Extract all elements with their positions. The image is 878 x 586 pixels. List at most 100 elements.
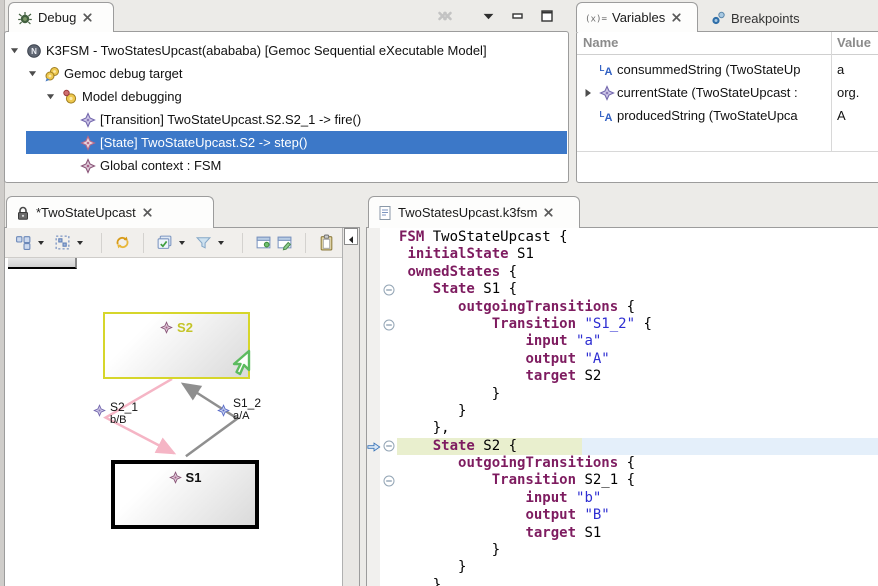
variables-rows: LAconsummedString (TwoStateUpacurrentSta… [577, 58, 878, 127]
code-line: initialState S1 [397, 246, 878, 263]
variable-row[interactable]: LAproducedString (TwoStateUpcaA [577, 104, 878, 127]
close-icon[interactable] [141, 206, 154, 219]
toolbar-separator [242, 233, 243, 253]
tab-debug-label: Debug [38, 10, 76, 25]
transition-S1_2-icon[interactable] [217, 404, 230, 417]
tree-item[interactable]: [Transition] TwoStateUpcast.S2.S2_1 -> f… [6, 108, 567, 131]
tree-item[interactable]: Model debugging [6, 85, 567, 108]
code-line: } [397, 386, 878, 403]
refresh-icon[interactable] [114, 234, 131, 251]
close-icon[interactable] [542, 206, 555, 219]
dropdown-arrow-icon[interactable] [77, 241, 83, 245]
diagram-canvas[interactable]: S2 S1 S2_1 b/B S1_2 [6, 258, 342, 586]
filter-icon[interactable] [195, 234, 212, 251]
expander-icon[interactable] [10, 46, 26, 56]
tab-breakpoints-label: Breakpoints [731, 11, 800, 26]
tree-item[interactable]: NK3FSM - TwoStatesUpcast(abababa) [Gemoc… [6, 39, 567, 62]
expander-icon[interactable] [28, 69, 44, 79]
tab-debug[interactable]: Debug [8, 2, 114, 32]
fold-minus-icon[interactable] [383, 475, 395, 487]
purple-diamond-icon [599, 85, 615, 101]
edge-S1_2 [183, 384, 238, 456]
tree-item[interactable]: Gemoc debug target [6, 62, 567, 85]
fold-minus-icon[interactable] [383, 440, 395, 452]
transition-edges[interactable] [6, 258, 342, 586]
variable-row[interactable]: currentState (TwoStateUpcast : org. [577, 81, 878, 104]
fold-minus-icon[interactable] [383, 319, 395, 331]
state-S1[interactable]: S1 [111, 460, 259, 529]
tree-item-label: Model debugging [82, 89, 182, 104]
current-instruction-icon [367, 441, 381, 453]
current-line-highlight [582, 438, 878, 455]
variable-name: currentState (TwoStateUpcast : [617, 85, 829, 100]
layout-icon[interactable] [15, 234, 32, 251]
tab-diagram[interactable]: *TwoStateUpcast [6, 196, 214, 228]
code-line: State S1 { [397, 281, 878, 298]
tab-k3fsm-label: TwoStatesUpcast.k3fsm [398, 205, 537, 220]
tab-variables[interactable]: (x)= Variables [576, 2, 698, 32]
dropdown-arrow-icon[interactable] [179, 241, 185, 245]
tab-breakpoints[interactable]: Breakpoints [702, 4, 818, 32]
tree-item-label: [State] TwoStateUpcast.S2 -> step() [100, 135, 308, 150]
debug-view: Debug NK3FSM - TwoStatesUpcast(abababa) … [4, 2, 569, 183]
code-line: Transition S2_1 { [397, 472, 878, 489]
lock-icon [15, 205, 31, 221]
tab-k3fsm[interactable]: TwoStatesUpcast.k3fsm [368, 196, 580, 228]
state-S2-label: S2 [177, 320, 193, 335]
remove-all-terminated-icon[interactable] [436, 8, 454, 24]
fold-minus-icon[interactable] [383, 284, 395, 296]
debug-target-icon [44, 66, 60, 82]
eclipse-workbench: Debug NK3FSM - TwoStatesUpcast(abababa) … [0, 0, 878, 586]
variables-view: (x)= Variables Breakpoints Name Value LA… [576, 2, 878, 183]
variables-header: Name Value [577, 32, 878, 55]
dropdown-arrow-icon[interactable] [38, 241, 44, 245]
expander-icon[interactable] [583, 88, 593, 98]
editor-body[interactable]: FSM TwoStateUpcast { initialState S1 own… [366, 227, 878, 586]
variables-table: Name Value LAconsummedString (TwoStateUp… [576, 31, 878, 183]
code-line: input "a" [397, 333, 878, 350]
purple-diamond-icon [80, 112, 96, 128]
variable-name: producedString (TwoStateUpca [617, 108, 829, 123]
layers-icon[interactable] [156, 234, 173, 251]
maximize-icon[interactable] [540, 8, 554, 24]
code-area[interactable]: FSM TwoStateUpcast { initialState S1 own… [397, 229, 878, 586]
green-cursor-icon [221, 349, 253, 381]
code-line: Transition "S1_2" { [397, 316, 878, 333]
clipboard-icon[interactable] [318, 234, 335, 251]
launch-config-icon: N [26, 43, 42, 59]
dropdown-arrow-icon[interactable] [218, 241, 224, 245]
variable-row[interactable]: LAconsummedString (TwoStateUpa [577, 58, 878, 81]
file-icon [377, 205, 393, 221]
code-line: ownedStates { [397, 264, 878, 281]
transition-S2_1-icon[interactable] [93, 404, 106, 417]
close-icon[interactable] [670, 11, 683, 24]
transition-S2_1-label[interactable]: S2_1 b/B [110, 401, 138, 427]
tree-item-label: [Transition] TwoStateUpcast.S2.S2_1 -> f… [100, 112, 361, 127]
edit-diagram-icon[interactable] [276, 234, 293, 251]
close-icon[interactable] [81, 11, 94, 24]
thread-icon [62, 89, 78, 105]
code-line: } [397, 403, 878, 420]
export-image-icon[interactable] [255, 234, 272, 251]
diagram-body: S2 S1 S2_1 b/B S1_2 [4, 227, 360, 586]
diagram-editor: *TwoStateUpcast [4, 196, 360, 586]
tab-diagram-label: *TwoStateUpcast [36, 205, 136, 220]
marquee-select-icon[interactable] [54, 234, 71, 251]
column-value[interactable]: Value [837, 35, 871, 50]
svg-text:A: A [605, 112, 613, 124]
expander-icon[interactable] [46, 92, 62, 102]
view-menu-icon[interactable] [482, 8, 495, 24]
code-line: } [397, 559, 878, 576]
variable-value: org. [837, 85, 859, 100]
maroon-diamond-icon [80, 158, 96, 174]
transition-S1_2-label[interactable]: S1_2 a/A [233, 397, 261, 423]
column-name[interactable]: Name [583, 35, 618, 50]
minimize-icon[interactable] [511, 8, 525, 24]
code-line: target S2 [397, 368, 878, 385]
expander-spacer [64, 161, 80, 171]
tree-item-label: Gemoc debug target [64, 66, 183, 81]
tree-item[interactable]: Global context : FSM [6, 154, 567, 177]
palette-collapse-button[interactable] [344, 228, 358, 245]
tree-item[interactable]: [State] TwoStateUpcast.S2 -> step() [6, 131, 567, 154]
state-diamond-icon [160, 321, 173, 334]
